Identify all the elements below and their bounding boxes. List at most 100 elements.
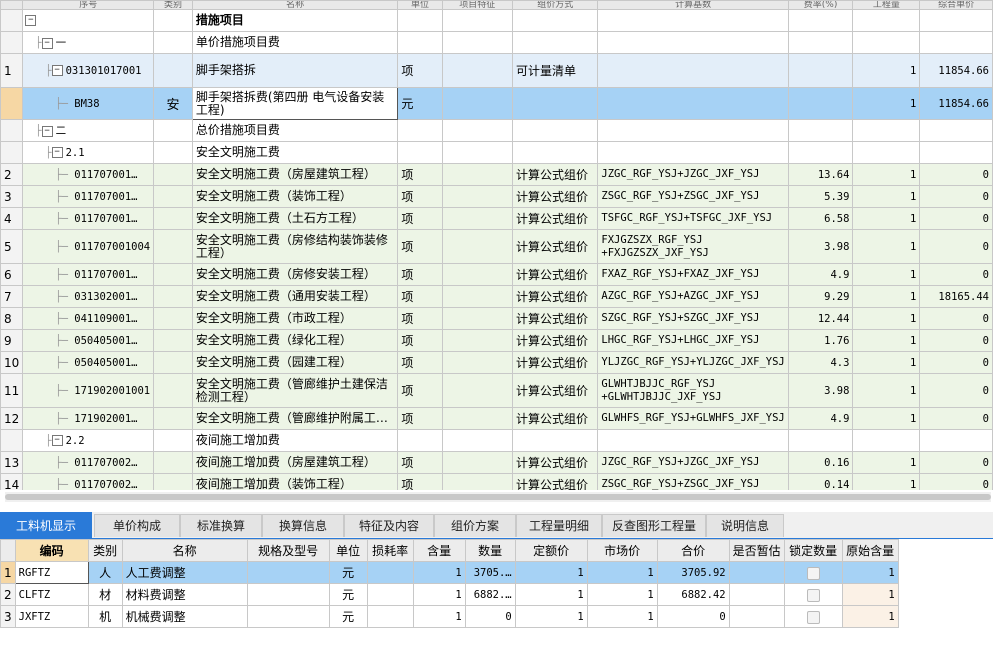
unit-cell[interactable]: 项 <box>397 451 443 474</box>
unit-cell[interactable]: 项 <box>397 263 443 286</box>
resource-row[interactable]: 1 RGFTZ 人人工费调整元 1 3705.… 1 1 3705.92 1 <box>0 561 899 584</box>
base-cell[interactable]: JZGC_RGF_YSJ+JZGC_JXF_YSJ <box>597 163 789 186</box>
base-cell[interactable]: ZSGC_RGF_YSJ+ZSGC_JXF_YSJ <box>597 473 789 490</box>
tab-6[interactable]: 组价方案 <box>434 514 516 537</box>
header-cell[interactable]: 费率(%) <box>787 0 854 10</box>
quantity-cell[interactable]: 6882.… <box>464 583 516 606</box>
quantity-cell[interactable]: 1 <box>852 163 921 186</box>
name-cell[interactable]: 单价措施项目费 <box>191 31 399 54</box>
estimate-cell[interactable] <box>728 605 785 628</box>
method-cell[interactable] <box>512 31 599 54</box>
header-cell[interactable]: 组价方式 <box>512 0 599 10</box>
unit-price-cell[interactable] <box>919 429 993 452</box>
quantity-cell[interactable]: 3705.… <box>464 561 516 584</box>
code-cell[interactable]: ├ −2.2 <box>22 429 155 452</box>
name-cell[interactable]: 机械费调整 <box>121 605 248 628</box>
rate-cell[interactable]: 3.98 <box>787 373 854 408</box>
name-cell[interactable]: 材料费调整 <box>121 583 248 606</box>
section-row[interactable]: ├ −2.1 安全文明施工费 <box>0 141 993 164</box>
table-row[interactable]: 6 ├─ 011707001… 安全文明施工费（房修安装工程）项计算公式组价 FXAZ… <box>0 263 993 286</box>
code-cell[interactable]: ├ − 一 <box>22 31 155 54</box>
unit-price-cell[interactable] <box>919 141 993 164</box>
category-cell[interactable] <box>153 451 193 474</box>
unit-cell[interactable]: 项 <box>397 185 443 208</box>
feature-cell[interactable] <box>441 473 514 490</box>
quantity-cell[interactable]: 0 <box>464 605 516 628</box>
tab-4[interactable]: 换算信息 <box>262 514 344 537</box>
market-price-cell[interactable]: 1 <box>586 583 658 606</box>
name-cell[interactable]: 夜间施工增加费（房屋建筑工程） <box>191 451 399 474</box>
rate-cell[interactable] <box>787 87 854 120</box>
unit-price-cell[interactable]: 0 <box>919 351 993 374</box>
quantity-cell[interactable] <box>852 31 921 54</box>
tab-5[interactable]: 特征及内容 <box>344 514 434 537</box>
method-cell[interactable]: 计算公式组价 <box>512 229 599 264</box>
code-cell[interactable]: ├─ 011707001… <box>22 185 155 208</box>
table-row[interactable]: 5 ├─ 011707001004 安全文明施工费（房修结构装饰装修工程）项计算公式… <box>0 229 993 264</box>
unit-cell[interactable] <box>397 119 443 142</box>
base-cell[interactable]: FXAZ_RGF_YSJ+FXAZ_JXF_YSJ <box>597 263 789 286</box>
table-row[interactable]: 1 ├ −031301017001 脚手架搭拆项可计量清单 1 11854.66 <box>0 53 993 88</box>
base-cell[interactable] <box>597 141 789 164</box>
code-cell[interactable]: JXFTZ <box>14 605 89 628</box>
unit-price-cell[interactable]: 0 <box>919 263 993 286</box>
method-cell[interactable] <box>512 9 599 32</box>
feature-cell[interactable] <box>441 9 514 32</box>
base-cell[interactable] <box>597 53 789 88</box>
unit-price-cell[interactable]: 0 <box>919 329 993 352</box>
original-content-cell[interactable]: 1 <box>841 561 899 584</box>
category-cell[interactable] <box>153 373 193 408</box>
name-cell[interactable]: 安全文明施工费（房屋建筑工程） <box>191 163 399 186</box>
resource-header-cell[interactable]: 合价 <box>656 539 730 562</box>
estimate-cell[interactable] <box>728 583 785 606</box>
method-cell[interactable]: 计算公式组价 <box>512 407 599 430</box>
code-cell[interactable]: ├─ 011707002… <box>22 451 155 474</box>
code-cell[interactable]: ├─ 011707001… <box>22 263 155 286</box>
unit-price-cell[interactable] <box>919 119 993 142</box>
code-cell[interactable]: ├─ 171902001001 <box>22 373 155 408</box>
rate-cell[interactable]: 3.98 <box>787 229 854 264</box>
tab-7[interactable]: 工程量明细 <box>516 514 602 537</box>
code-cell[interactable]: ├─ 011707001… <box>22 207 155 230</box>
unit-price-cell[interactable]: 0 <box>919 207 993 230</box>
spec-cell[interactable] <box>246 583 330 606</box>
name-cell[interactable]: 安全文明施工费（土石方工程） <box>191 207 399 230</box>
resource-header-cell[interactable]: 原始含量 <box>841 539 899 562</box>
name-cell[interactable]: 安全文明施工费（园建工程） <box>191 351 399 374</box>
base-cell[interactable]: TSFGC_RGF_YSJ+TSFGC_JXF_YSJ <box>597 207 789 230</box>
name-cell[interactable]: 安全文明施工费（管廊维护附属工程） <box>191 407 399 430</box>
unit-cell[interactable]: 项 <box>397 229 443 264</box>
method-cell[interactable]: 计算公式组价 <box>512 185 599 208</box>
unit-cell[interactable]: 项 <box>397 407 443 430</box>
category-cell[interactable] <box>153 285 193 308</box>
method-cell[interactable]: 计算公式组价 <box>512 329 599 352</box>
base-cell[interactable]: FXJGZSZX_RGF_YSJ +FXJGZSZX_JXF_YSJ <box>597 229 789 264</box>
category-cell[interactable] <box>153 307 193 330</box>
code-cell[interactable]: ├ − 二 <box>22 119 155 142</box>
name-cell[interactable]: 措施项目 <box>191 9 399 32</box>
resource-header-cell[interactable]: 编码 <box>14 539 89 562</box>
method-cell[interactable]: 计算公式组价 <box>512 351 599 374</box>
method-cell[interactable]: 计算公式组价 <box>512 473 599 490</box>
category-cell[interactable] <box>153 207 193 230</box>
method-cell[interactable]: 计算公式组价 <box>512 207 599 230</box>
feature-cell[interactable] <box>441 185 514 208</box>
base-cell[interactable]: GLWHTJBJJC_RGF_YSJ +GLWHTJBJJC_JXF_YSJ <box>597 373 789 408</box>
category-cell[interactable]: 机 <box>87 605 123 628</box>
rate-cell[interactable]: 1.76 <box>787 329 854 352</box>
quantity-cell[interactable]: 1 <box>852 373 921 408</box>
lock-quantity-cell[interactable] <box>783 561 843 584</box>
unit-cell[interactable]: 项 <box>397 473 443 490</box>
unit-price-cell[interactable] <box>919 9 993 32</box>
resource-row[interactable]: 3 JXFTZ 机机械费调整元 1 0 1 1 0 1 <box>0 605 899 628</box>
category-cell[interactable] <box>153 351 193 374</box>
name-cell[interactable]: 安全文明施工费（装饰工程） <box>191 185 399 208</box>
rate-cell[interactable]: 6.58 <box>787 207 854 230</box>
category-cell[interactable]: 人 <box>87 561 123 584</box>
category-cell[interactable] <box>153 429 193 452</box>
code-cell[interactable]: RGFTZ <box>14 561 89 584</box>
table-row[interactable]: 12 ├─ 171902001… 安全文明施工费（管廊维护附属工程）项计算公式组价 G… <box>0 407 993 430</box>
category-cell[interactable] <box>153 31 193 54</box>
unit-cell[interactable]: 项 <box>397 163 443 186</box>
quantity-cell[interactable] <box>852 141 921 164</box>
